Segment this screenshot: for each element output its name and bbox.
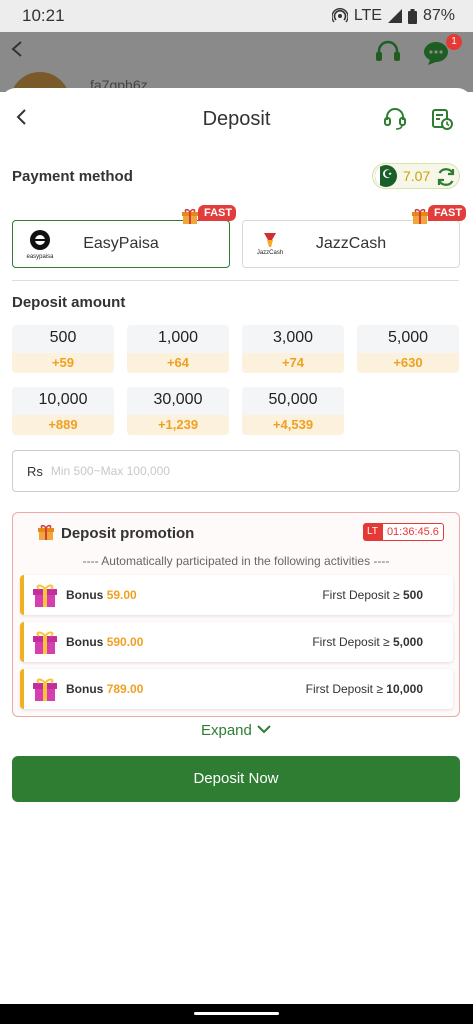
deposit-amount-title: Deposit amount [12, 294, 126, 311]
amount-bonus: +630 [357, 353, 459, 373]
promotion-item-accent [20, 669, 24, 709]
amount-value: 3,000 [272, 329, 314, 346]
background-back-icon [11, 41, 22, 57]
bonus-value: 590.00 [106, 635, 144, 649]
promotion-bonus: Bonus 59.00 [66, 588, 137, 602]
condition-text: First Deposit ≥ [312, 635, 390, 649]
payment-method-title: Payment method [12, 168, 133, 185]
system-nav-bar [0, 1004, 473, 1024]
amount-option[interactable]: 1,000 +64 [127, 325, 229, 373]
hotspot-icon [331, 8, 348, 23]
gift-icon [182, 208, 198, 224]
deposit-promotion-card: Deposit promotion LT 01:36:45.6 ---- Aut… [12, 512, 460, 717]
promotion-condition: First Deposit ≥ 10,000 [306, 682, 423, 696]
amount-input-box: Rs [12, 450, 460, 492]
gift-box-icon [33, 584, 57, 607]
amount-option[interactable]: 30,000 +1,239 [127, 387, 229, 435]
condition-threshold: 500 [402, 588, 423, 602]
promotion-bonus: Bonus 590.00 [66, 635, 143, 649]
balance-pill: ☪ 7.07 [372, 163, 460, 189]
promotion-item: Bonus 789.00 First Deposit ≥ 10,000 [20, 669, 453, 709]
currency-label: Rs [27, 463, 43, 479]
promotion-header: Deposit promotion LT 01:36:45.6 [13, 513, 459, 551]
amount-value: 5,000 [387, 329, 429, 346]
promotion-title: Deposit promotion [61, 525, 195, 542]
network-label: LTE [353, 7, 382, 24]
signal-icon [387, 9, 402, 23]
customer-support-icon[interactable] [383, 107, 407, 131]
deposit-sheet: Deposit Payment method ☪ 7.07 easypaisa … [0, 88, 473, 1004]
bonus-label: Bonus [66, 635, 104, 649]
condition-text: First Deposit ≥ [322, 588, 400, 602]
condition-text: First Deposit ≥ [305, 682, 383, 696]
section-divider [12, 280, 459, 281]
promotion-item: Bonus 590.00 First Deposit ≥ 5,000 [20, 622, 453, 662]
status-time: 10:21 [22, 6, 65, 25]
amount-option[interactable]: 5,000 +630 [357, 325, 459, 373]
promotion-bonus: Bonus 789.00 [66, 682, 143, 696]
amount-bonus: +64 [127, 353, 229, 373]
amount-value: 30,000 [153, 391, 203, 408]
amount-value: 10,000 [38, 391, 88, 408]
condition-threshold: 10,000 [386, 682, 423, 696]
fast-badge: FAST [428, 205, 467, 221]
sheet-header: Deposit [0, 88, 473, 150]
promotion-condition: First Deposit ≥ 5,000 [312, 635, 423, 649]
balance-value: 7.07 [403, 168, 431, 184]
background-page-overlay: fa7gph6z 1 [0, 32, 473, 112]
amount-bonus: +4,539 [242, 415, 344, 435]
payment-easypaisa-label: EasyPaisa [83, 235, 159, 252]
promotion-subtitle: ---- Automatically participated in the f… [82, 554, 390, 568]
bonus-label: Bonus [66, 588, 104, 602]
limited-time-badge: LT [363, 523, 382, 541]
status-bar: 10:21 LTE 87% [0, 0, 473, 32]
battery-icon [407, 8, 417, 24]
background-support-icon [376, 40, 400, 61]
gift-box-icon [33, 631, 57, 654]
amount-option[interactable]: 10,000 +889 [12, 387, 114, 435]
easypaisa-logo-text: easypaisa [26, 254, 54, 260]
amount-bonus: +74 [242, 353, 344, 373]
promotion-item-accent [20, 575, 24, 615]
condition-threshold: 5,000 [392, 635, 423, 649]
battery-percent: 87% [422, 7, 455, 24]
amount-option[interactable]: 3,000 +74 [242, 325, 344, 373]
expand-button[interactable]: Expand [0, 721, 473, 739]
bonus-label: Bonus [66, 682, 104, 696]
background-chat-badge: 1 [446, 34, 462, 50]
promotion-condition: First Deposit ≥ 500 [322, 588, 423, 602]
promotion-item-accent [20, 622, 24, 662]
amount-value: 500 [49, 329, 77, 346]
amount-bonus: +59 [12, 353, 114, 373]
countdown-timer: 01:36:45.6 [381, 523, 444, 541]
deposit-now-button[interactable]: Deposit Now [12, 756, 460, 802]
amount-bonus: +889 [12, 415, 114, 435]
bonus-value: 59.00 [106, 588, 137, 602]
status-icons: LTE 87% [331, 7, 455, 25]
gift-box-icon [33, 678, 57, 701]
deposit-history-icon[interactable] [430, 107, 454, 131]
refresh-icon[interactable] [435, 166, 457, 188]
payment-jazzcash[interactable]: JazzCash JazzCash FAST [242, 205, 467, 268]
payment-easypaisa[interactable]: easypaisa EasyPaisa FAST [12, 205, 237, 268]
pakistan-flag-icon: ☪ [375, 165, 397, 187]
expand-label: Expand [200, 721, 252, 739]
home-gesture-handle[interactable] [194, 1012, 279, 1015]
gift-icon [38, 524, 54, 540]
gift-icon [412, 208, 428, 224]
amount-input[interactable] [50, 464, 431, 478]
amount-value: 1,000 [157, 329, 199, 346]
amount-option[interactable]: 50,000 +4,539 [242, 387, 344, 435]
promotion-timer: LT 01:36:45.6 [363, 523, 444, 541]
chevron-down-icon [257, 724, 271, 733]
fast-badge: FAST [198, 205, 237, 221]
amount-value: 50,000 [268, 391, 318, 408]
bonus-value: 789.00 [106, 682, 144, 696]
amount-option[interactable]: 500 +59 [12, 325, 114, 373]
promotion-item: Bonus 59.00 First Deposit ≥ 500 [20, 575, 453, 615]
payment-jazzcash-label: JazzCash [315, 235, 387, 252]
amount-bonus: +1,239 [127, 415, 229, 435]
